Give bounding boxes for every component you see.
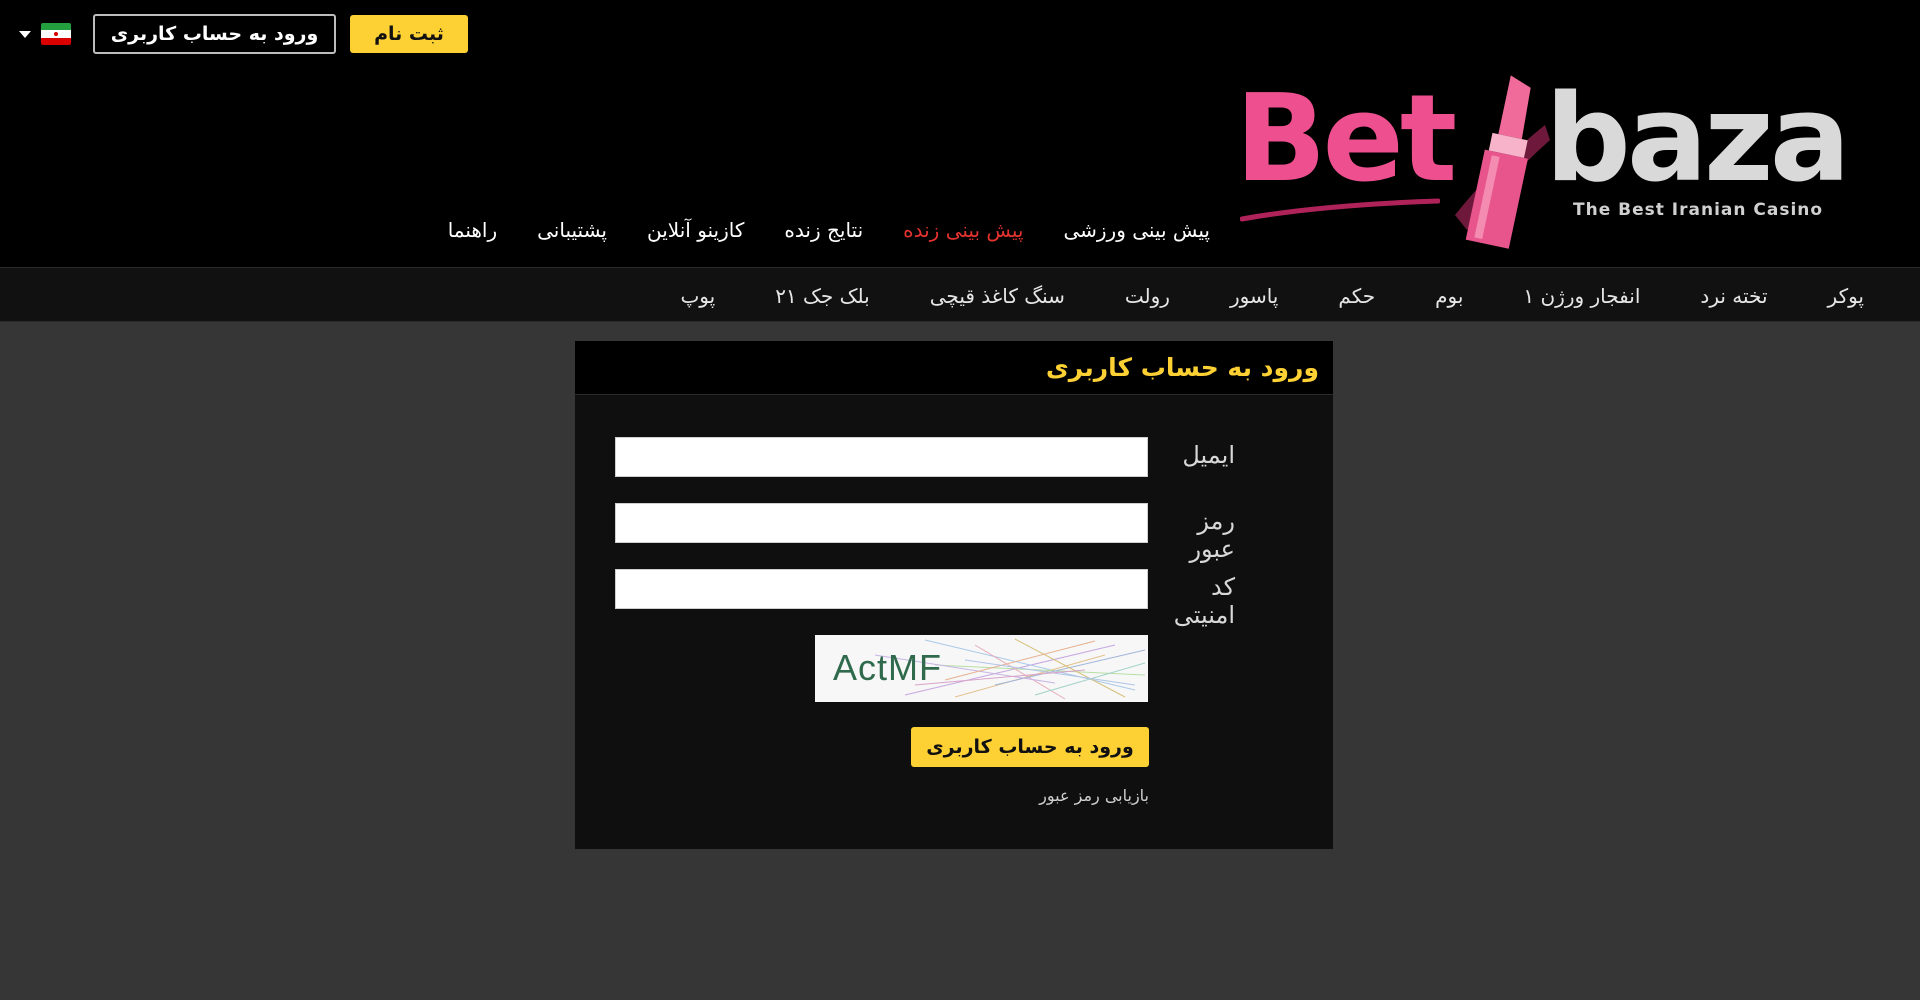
- games-nav-boom[interactable]: بوم: [1435, 284, 1463, 308]
- submit-login-button[interactable]: ورود به حساب کاربری: [911, 727, 1149, 767]
- login-button[interactable]: ورود به حساب کاربری: [93, 14, 336, 54]
- logo-text-bet: Bet: [1235, 70, 1457, 209]
- site-header: ورود به حساب کاربری ثبت نام Bet baza The…: [0, 0, 1920, 267]
- register-button[interactable]: ثبت نام: [350, 15, 468, 53]
- login-panel-header: ورود به حساب کاربری: [575, 341, 1333, 395]
- email-field[interactable]: [615, 437, 1148, 477]
- email-label: ایمیل: [1182, 441, 1235, 469]
- captcha-text: ActMF: [833, 647, 942, 688]
- games-nav-crash-v1[interactable]: انفجار ورژن ۱: [1523, 284, 1640, 308]
- site-logo[interactable]: Bet baza The Best Iranian Casino: [1235, 70, 1875, 250]
- top-bar: ورود به حساب کاربری ثبت نام: [19, 14, 468, 54]
- games-nav-roulette[interactable]: رولت: [1125, 284, 1170, 308]
- chevron-down-icon[interactable]: [19, 30, 31, 38]
- nav-live-results[interactable]: نتایج زنده: [784, 218, 863, 242]
- games-nav-pasur[interactable]: پاسور: [1230, 284, 1278, 308]
- security-code-field[interactable]: [615, 569, 1148, 609]
- login-panel-title: ورود به حساب کاربری: [1045, 353, 1319, 382]
- lipstick-icon: [1455, 75, 1550, 249]
- nav-sports-betting[interactable]: پیش بینی ورزشی: [1063, 218, 1210, 242]
- security-code-row: کد امنیتی: [615, 569, 1295, 629]
- games-nav-backgammon[interactable]: تخته نرد: [1700, 284, 1767, 308]
- nav-help[interactable]: راهنما: [448, 218, 497, 242]
- games-nav-pop[interactable]: پوپ: [680, 284, 715, 308]
- games-nav-blackjack[interactable]: بلک جک ۲۱: [775, 284, 870, 308]
- games-nav-rock-paper-scissors[interactable]: سنگ کاغذ قیچی: [930, 284, 1065, 308]
- main-nav: پیش بینی ورزشی پیش بینی زنده نتایج زنده …: [400, 212, 1210, 248]
- password-field[interactable]: [615, 503, 1148, 543]
- nav-live-betting[interactable]: پیش بینی زنده: [903, 218, 1023, 242]
- games-nav-poker[interactable]: پوکر: [1828, 284, 1864, 308]
- logo-tagline: The Best Iranian Casino: [1573, 200, 1824, 220]
- captcha-image: ActMF: [815, 635, 1148, 702]
- password-label: رمز عبور: [1189, 507, 1235, 563]
- login-panel: ورود به حساب کاربری ایمیل رمز عبور کد ام…: [575, 341, 1333, 849]
- language-selector[interactable]: [19, 23, 71, 45]
- games-nav-hokm[interactable]: حکم: [1338, 284, 1375, 308]
- nav-online-casino[interactable]: کازینو آنلاین: [647, 218, 744, 242]
- forgot-password-link[interactable]: بازیابی رمز عبور: [949, 786, 1149, 805]
- games-nav: پوکر تخته نرد انفجار ورژن ۱ بوم حکم پاسو…: [0, 267, 1920, 322]
- nav-support[interactable]: پشتیبانی: [537, 218, 607, 242]
- email-row: ایمیل: [615, 437, 1295, 477]
- security-code-label: کد امنیتی: [1173, 573, 1235, 629]
- password-row: رمز عبور: [615, 503, 1295, 563]
- logo-text-baza: baza: [1545, 70, 1851, 209]
- iran-flag-icon[interactable]: [41, 23, 71, 45]
